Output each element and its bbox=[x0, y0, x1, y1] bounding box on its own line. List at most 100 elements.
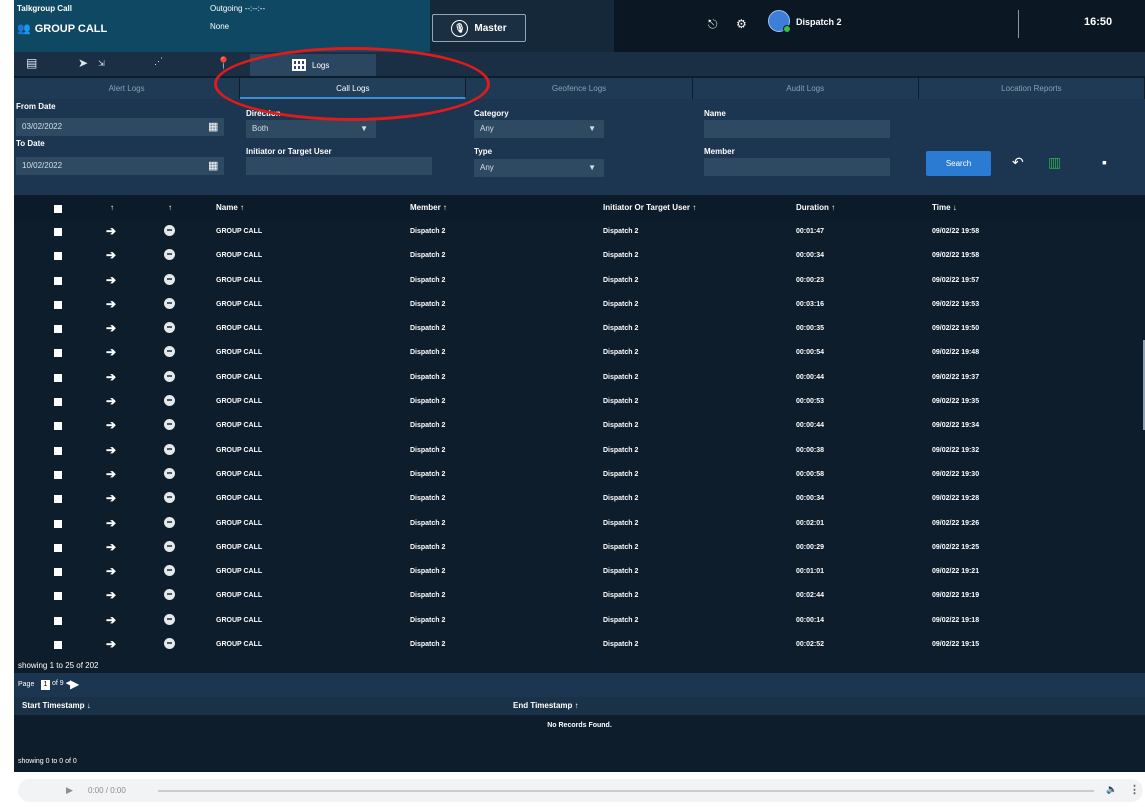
name-cell: GROUP CALL bbox=[216, 228, 263, 235]
page-of-label[interactable]: of 9 ◀ bbox=[52, 679, 71, 687]
status-sort[interactable]: ↑ bbox=[168, 203, 172, 212]
dispatch-app: Talkgroup Call 👥 GROUP CALL Outgoing --:… bbox=[14, 0, 1145, 807]
tab-alert-logs[interactable]: Alert Logs bbox=[14, 78, 241, 99]
row-checkbox[interactable] bbox=[54, 252, 62, 261]
start-timestamp-header[interactable]: Start Timestamp ↓ bbox=[22, 701, 91, 710]
member-field[interactable] bbox=[704, 158, 890, 176]
row-checkbox[interactable] bbox=[54, 228, 62, 236]
row-checkbox[interactable] bbox=[54, 470, 62, 479]
row-checkbox[interactable] bbox=[54, 325, 62, 334]
user-name[interactable]: Dispatch 2 bbox=[796, 17, 842, 27]
row-checkbox[interactable] bbox=[54, 641, 62, 650]
from-date-field[interactable]: 03/02/2022 bbox=[16, 118, 224, 136]
initiator-field[interactable] bbox=[246, 157, 432, 175]
next-page-icon[interactable]: ▶ bbox=[70, 677, 79, 691]
master-button[interactable]: 🎙 Master bbox=[432, 14, 526, 42]
table-row[interactable]: ➔ GROUP CALL Dispatch 2 Dispatch 2 00:00:34 0… bbox=[14, 487, 1145, 511]
calendar-icon[interactable]: ▦ bbox=[208, 120, 218, 133]
table-row[interactable]: ➔ GROUP CALL Dispatch 2 Dispatch 2 00:01:47 0… bbox=[14, 220, 1145, 244]
audio-progress-track[interactable] bbox=[158, 790, 1094, 792]
table-row[interactable]: ➔ GROUP CALL Dispatch 2 Dispatch 2 00:00:44 0… bbox=[14, 414, 1145, 438]
row-checkbox[interactable] bbox=[54, 422, 62, 431]
row-checkbox[interactable] bbox=[54, 568, 62, 577]
type-select[interactable]: Any ▼ bbox=[474, 159, 604, 177]
call-status-icon bbox=[164, 613, 175, 625]
map-pin-icon[interactable]: 📍 bbox=[216, 56, 231, 70]
tab-location-reports[interactable]: Location Reports bbox=[919, 78, 1145, 99]
reset-icon[interactable]: ↶ bbox=[1012, 154, 1024, 171]
calendar-icon[interactable]: ▦ bbox=[208, 159, 218, 172]
excel-export-icon[interactable]: ▥ bbox=[1048, 154, 1061, 171]
route-icon[interactable]: ⋰ bbox=[154, 56, 163, 67]
name-cell: GROUP CALL bbox=[216, 543, 263, 551]
time-header[interactable]: Time ↓ bbox=[932, 203, 957, 212]
table-row[interactable]: ➔ GROUP CALL Dispatch 2 Dispatch 2 00:03:16 0… bbox=[14, 293, 1145, 317]
duration-header[interactable]: Duration ↑ bbox=[796, 203, 835, 212]
direction-select[interactable]: Both ▼ bbox=[246, 120, 376, 138]
table-row[interactable]: ➔ GROUP CALL Dispatch 2 Dispatch 2 00:00:29 0… bbox=[14, 536, 1145, 560]
row-checkbox[interactable] bbox=[54, 616, 62, 625]
initiator-header[interactable]: Initiator Or Target User ↑ bbox=[603, 203, 696, 212]
top-bar: Talkgroup Call 👥 GROUP CALL Outgoing --:… bbox=[14, 0, 1145, 52]
row-checkbox[interactable] bbox=[54, 300, 62, 309]
row-checkbox[interactable] bbox=[54, 519, 62, 528]
initiator-cell: Dispatch 2 bbox=[603, 300, 639, 308]
name-cell: GROUP CALL bbox=[216, 592, 263, 600]
row-checkbox[interactable] bbox=[54, 543, 62, 552]
tab-geofence-logs[interactable]: Geofence Logs bbox=[466, 78, 693, 99]
table-row[interactable]: ➔ GROUP CALL Dispatch 2 Dispatch 2 00:00:44 0… bbox=[14, 366, 1145, 390]
gear-icon[interactable]: ⚙ bbox=[736, 17, 747, 31]
resize-icon[interactable]: ⇲ bbox=[98, 59, 105, 68]
table-row[interactable]: ➔ GROUP CALL Dispatch 2 Dispatch 2 00:02:01 0… bbox=[14, 512, 1145, 536]
tab-call-logs[interactable]: Call Logs bbox=[240, 78, 467, 99]
page-input[interactable]: 1 bbox=[41, 680, 50, 690]
table-row[interactable]: ➔ GROUP CALL Dispatch 2 Dispatch 2 00:01:01 0… bbox=[14, 560, 1145, 584]
name-header[interactable]: Name ↑ bbox=[216, 203, 244, 212]
direction-sort[interactable]: ↑ bbox=[110, 203, 114, 212]
table-row[interactable]: ➔ GROUP CALL Dispatch 2 Dispatch 2 00:02:52 0… bbox=[14, 633, 1145, 657]
member-cell: Dispatch 2 bbox=[410, 519, 446, 527]
tab-logs[interactable]: Logs bbox=[250, 54, 376, 76]
table-row[interactable]: ➔ GROUP CALL Dispatch 2 Dispatch 2 00:02:44 0… bbox=[14, 584, 1145, 608]
table-row[interactable]: ➔ GROUP CALL Dispatch 2 Dispatch 2 00:00:14 0… bbox=[14, 609, 1145, 633]
time-cell: 09/02/22 19:58 bbox=[932, 228, 980, 235]
member-header[interactable]: Member ↑ bbox=[410, 203, 447, 212]
talkgroup-panel[interactable]: Talkgroup Call 👥 GROUP CALL Outgoing --:… bbox=[14, 0, 430, 52]
more-options-icon[interactable]: ⋮ bbox=[1129, 783, 1140, 796]
row-checkbox[interactable] bbox=[54, 398, 62, 407]
table-row[interactable]: ➔ GROUP CALL Dispatch 2 Dispatch 2 00:00:58 0… bbox=[14, 463, 1145, 487]
direction-value: Both bbox=[252, 124, 269, 133]
row-checkbox[interactable] bbox=[54, 373, 62, 382]
table-row[interactable]: ➔ GROUP CALL Dispatch 2 Dispatch 2 00:00:35 0… bbox=[14, 317, 1145, 341]
time-cell: 09/02/22 19:35 bbox=[932, 398, 980, 406]
volume-icon[interactable]: 🔈 bbox=[1106, 784, 1117, 795]
time-cell: 09/02/22 19:19 bbox=[932, 592, 980, 600]
row-checkbox[interactable] bbox=[54, 276, 62, 285]
chat-icon[interactable]: ▤ bbox=[26, 56, 37, 70]
master-label: Master bbox=[474, 22, 507, 34]
row-checkbox[interactable] bbox=[54, 495, 62, 504]
location-arrow-icon[interactable]: ➤ bbox=[78, 56, 88, 70]
name-cell: GROUP CALL bbox=[216, 349, 263, 357]
avatar[interactable] bbox=[768, 10, 791, 33]
row-checkbox[interactable] bbox=[54, 592, 62, 601]
export-icon[interactable]: ▪ bbox=[1102, 154, 1107, 170]
category-select[interactable]: Any ▼ bbox=[474, 120, 604, 138]
end-timestamp-header[interactable]: End Timestamp ↑ bbox=[513, 701, 579, 710]
table-row[interactable]: ➔ GROUP CALL Dispatch 2 Dispatch 2 00:00:34 0… bbox=[14, 244, 1145, 268]
name-field[interactable] bbox=[704, 120, 890, 138]
row-checkbox[interactable] bbox=[54, 446, 62, 455]
to-date-field[interactable]: 10/02/2022 bbox=[16, 157, 224, 175]
table-row[interactable]: ➔ GROUP CALL Dispatch 2 Dispatch 2 00:00:53 0… bbox=[14, 390, 1145, 414]
table-row[interactable]: ➔ GROUP CALL Dispatch 2 Dispatch 2 00:00:54 0… bbox=[14, 341, 1145, 365]
logout-icon[interactable]: ⎋ bbox=[708, 17, 718, 32]
table-row[interactable]: ➔ GROUP CALL Dispatch 2 Dispatch 2 00:00:23 0… bbox=[14, 269, 1145, 293]
table-row[interactable]: ➔ GROUP CALL Dispatch 2 Dispatch 2 00:00:38 0… bbox=[14, 439, 1145, 463]
tab-audit-logs[interactable]: Audit Logs bbox=[693, 78, 919, 99]
play-icon[interactable]: ▶ bbox=[66, 785, 73, 796]
row-checkbox[interactable] bbox=[54, 349, 62, 358]
call-status-icon bbox=[164, 249, 175, 261]
call-status-icon bbox=[164, 225, 175, 236]
select-all-checkbox[interactable] bbox=[54, 205, 62, 213]
search-button[interactable]: Search bbox=[926, 151, 991, 176]
